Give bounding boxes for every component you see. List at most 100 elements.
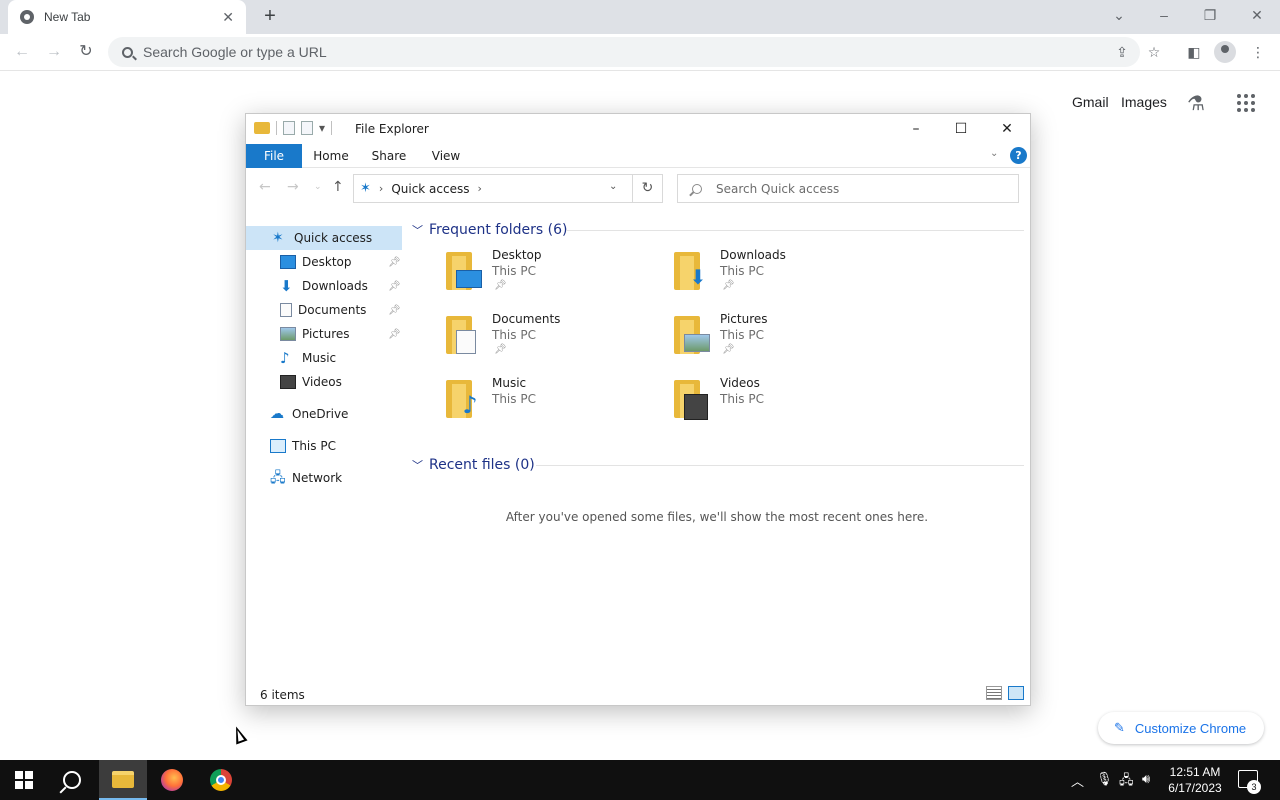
ribbon-tab-view[interactable]: View <box>424 144 468 168</box>
sidebar-item-onedrive[interactable]: ☁ OneDrive <box>270 402 402 426</box>
recent-files-header[interactable]: ﹀ Recent files (0) <box>412 455 535 475</box>
breadcrumb-quick-access[interactable]: Quick access <box>391 182 469 196</box>
refresh-icon[interactable]: ↻ <box>633 174 663 203</box>
chrome-menu-icon[interactable]: ⋮ <box>1246 40 1270 64</box>
ribbon-expand-chevron-icon[interactable]: ⌄ <box>990 148 998 159</box>
music-icon: ♪ <box>280 349 290 367</box>
taskbar-firefox[interactable] <box>148 760 196 800</box>
breadcrumb-chevron-icon[interactable]: › <box>478 182 482 195</box>
sidebar-item-this-pc[interactable]: This PC <box>270 434 402 458</box>
chrome-favicon-icon <box>20 10 34 24</box>
explorer-title-bar: ▾ File Explorer – ☐ ✕ <box>246 114 1030 144</box>
large-icons-view-icon[interactable] <box>1008 686 1024 700</box>
search-icon <box>122 46 133 58</box>
windows-logo-icon <box>15 771 33 789</box>
explorer-search-input[interactable]: Search Quick access <box>677 174 1019 203</box>
restore-button[interactable]: ❐ <box>1196 4 1224 26</box>
start-button[interactable] <box>0 760 48 800</box>
ribbon: File Home Share View ⌄ ? <box>246 144 1030 168</box>
details-view-icon[interactable] <box>986 686 1002 700</box>
sidebar-item-music[interactable]: ♪ Music <box>280 346 402 370</box>
profile-avatar-icon[interactable] <box>1214 41 1236 63</box>
frequent-folders-header[interactable]: ﹀ Frequent folders (6) <box>412 220 568 240</box>
folder-tile-music[interactable]: ♪ Music This PC <box>446 374 666 430</box>
chrome-tab-strip: New Tab ✕ + ⌄ – ❐ ✕ <box>0 0 1280 34</box>
sidebar-item-downloads[interactable]: ⬇ Downloads 📌︎ <box>280 274 402 298</box>
explorer-forward-icon[interactable]: → <box>287 179 299 195</box>
network-status-icon[interactable]: 🖧︎ <box>1119 771 1134 793</box>
new-folder-icon[interactable] <box>301 121 313 135</box>
google-apps-icon[interactable] <box>1237 94 1255 112</box>
taskbar-search-button[interactable] <box>48 760 96 800</box>
breadcrumb-chevron-icon[interactable]: › <box>379 182 383 195</box>
ribbon-tab-home[interactable]: Home <box>308 144 354 168</box>
folder-tile-documents[interactable]: Documents This PC 📌︎ <box>446 310 666 366</box>
collapse-chevron-icon[interactable]: ﹀ <box>412 457 423 473</box>
sidebar-item-pictures[interactable]: Pictures 📌︎ <box>280 322 402 346</box>
address-bar[interactable]: ✶ › Quick access › <box>353 174 633 203</box>
sidebar-item-videos[interactable]: Videos <box>280 370 402 394</box>
tab-search-chevron-icon[interactable]: ⌄ <box>1105 4 1133 26</box>
customize-chrome-button[interactable]: ✎ Customize Chrome <box>1098 712 1264 744</box>
show-hidden-icons-chevron-icon[interactable]: ︿ <box>1071 771 1084 790</box>
explorer-back-icon[interactable]: ← <box>259 179 271 195</box>
sidebar-item-documents[interactable]: Documents 📌︎ <box>280 298 402 322</box>
new-tab-button[interactable]: + <box>260 4 280 28</box>
folder-tile-pictures[interactable]: Pictures This PC 📌︎ <box>674 310 894 366</box>
share-icon[interactable]: ⇪ <box>1110 40 1134 64</box>
search-icon <box>692 183 702 194</box>
properties-icon[interactable] <box>283 121 295 135</box>
omnibox[interactable]: Search Google or type a URL <box>108 37 1140 67</box>
file-explorer-icon <box>112 770 134 788</box>
microphone-icon[interactable]: 🎙︎ <box>1096 771 1113 787</box>
sidebar-item-network[interactable]: 🖧︎ Network <box>270 466 402 490</box>
recent-files-empty-message: After you've opened some files, we'll sh… <box>505 510 929 524</box>
address-dropdown-icon[interactable]: ⌄ <box>609 181 617 192</box>
sidebar-item-desktop[interactable]: Desktop 📌︎ <box>280 250 402 274</box>
sidebar-item-quick-access[interactable]: ✶ Quick access <box>246 226 402 250</box>
qat-dropdown-icon[interactable]: ▾ <box>319 121 325 135</box>
bookmark-star-icon[interactable]: ☆ <box>1142 40 1166 64</box>
pin-icon: 📌︎ <box>722 344 735 355</box>
pin-icon: 📌︎ <box>494 344 507 355</box>
downloads-icon: ⬇ <box>674 252 714 290</box>
explorer-close-button[interactable]: ✕ <box>992 118 1022 140</box>
back-arrow-icon[interactable]: ← <box>10 40 34 64</box>
images-link[interactable]: Images <box>1121 94 1167 110</box>
gmail-link[interactable]: Gmail <box>1072 94 1109 110</box>
forward-arrow-icon[interactable]: → <box>42 40 66 64</box>
videos-icon <box>674 380 714 420</box>
system-clock[interactable]: 12:51 AM 6/17/2023 <box>1160 764 1230 796</box>
close-window-button[interactable]: ✕ <box>1243 4 1271 26</box>
folder-tile-downloads[interactable]: ⬇ Downloads This PC 📌︎ <box>674 246 894 302</box>
minimize-button[interactable]: – <box>1150 4 1178 26</box>
address-row: ← → ⌄ ↑ ✶ › Quick access › ⌄ ↻ Search Qu… <box>246 169 1030 207</box>
pin-icon: 📌︎ <box>388 280 401 292</box>
quick-access-star-icon: ✶ <box>360 181 371 196</box>
desktop-icon <box>280 255 296 269</box>
ribbon-tab-file[interactable]: File <box>246 144 302 168</box>
tab-close-icon[interactable]: ✕ <box>222 9 234 26</box>
windows-taskbar: ︿ 🎙︎ 🖧︎ 🔊︎ 12:51 AM 6/17/2023 3 <box>0 760 1280 800</box>
explorer-maximize-button[interactable]: ☐ <box>946 118 976 140</box>
reload-icon[interactable]: ↻ <box>74 40 98 64</box>
documents-icon <box>446 316 486 354</box>
omnibox-placeholder: Search Google or type a URL <box>143 44 327 60</box>
taskbar-chrome[interactable] <box>197 760 245 800</box>
quick-access-toolbar: ▾ <box>254 121 333 135</box>
tab-new-tab[interactable]: New Tab ✕ <box>8 0 246 34</box>
side-panel-icon[interactable]: ◧ <box>1182 40 1206 64</box>
taskbar-file-explorer[interactable] <box>99 760 147 800</box>
help-icon[interactable]: ? <box>1010 147 1027 164</box>
labs-flask-icon[interactable]: ⚗ <box>1187 91 1205 116</box>
clock-time: 12:51 AM <box>1169 765 1221 779</box>
recent-locations-icon[interactable]: ⌄ <box>314 182 322 192</box>
up-arrow-icon[interactable]: ↑ <box>332 179 344 195</box>
collapse-chevron-icon[interactable]: ﹀ <box>412 222 423 238</box>
explorer-minimize-button[interactable]: – <box>901 118 931 140</box>
folder-tile-videos[interactable]: Videos This PC <box>674 374 894 430</box>
volume-icon[interactable]: 🔊︎ <box>1142 771 1150 787</box>
explorer-title: File Explorer <box>355 122 429 136</box>
ribbon-tab-share[interactable]: Share <box>366 144 412 168</box>
folder-tile-desktop[interactable]: Desktop This PC 📌︎ <box>446 246 666 302</box>
